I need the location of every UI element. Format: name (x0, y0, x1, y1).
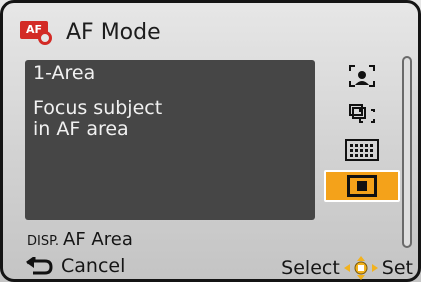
set-label: Set (381, 257, 413, 279)
menu-title: AF Mode (66, 19, 161, 45)
af-mode-icon: AF (20, 19, 54, 45)
multi-area-icon (345, 139, 379, 161)
mode-name: 1-Area (33, 62, 96, 84)
select-label: Select (281, 257, 340, 279)
mode-description: Focus subject in AF area (33, 98, 162, 140)
option-1-area[interactable] (324, 170, 400, 202)
option-face-detection[interactable] (324, 60, 400, 92)
face-marker-icon (38, 31, 52, 45)
description-line-2: in AF area (33, 118, 129, 140)
option-multi-area[interactable] (324, 134, 400, 166)
disp-action-label: AF Area (63, 229, 133, 250)
cancel-label: Cancel (61, 255, 126, 277)
return-arrow-icon (26, 257, 53, 275)
description-panel: 1-Area Focus subject in AF area (25, 60, 315, 220)
dpad-icon (343, 256, 378, 280)
menu-header: AF AF Mode (20, 12, 161, 52)
disp-hint: DISP. AF Area (27, 229, 133, 250)
disp-button-label: DISP. (27, 234, 60, 249)
select-set-hint: Select Set (281, 255, 413, 281)
scrollbar[interactable] (402, 56, 412, 248)
cancel-hint[interactable]: Cancel (25, 255, 125, 277)
af-tracking-icon (349, 104, 375, 123)
description-line-1: Focus subject (33, 97, 163, 119)
one-area-icon (347, 175, 377, 197)
option-af-tracking[interactable] (324, 98, 400, 130)
face-detection-icon (349, 65, 375, 87)
